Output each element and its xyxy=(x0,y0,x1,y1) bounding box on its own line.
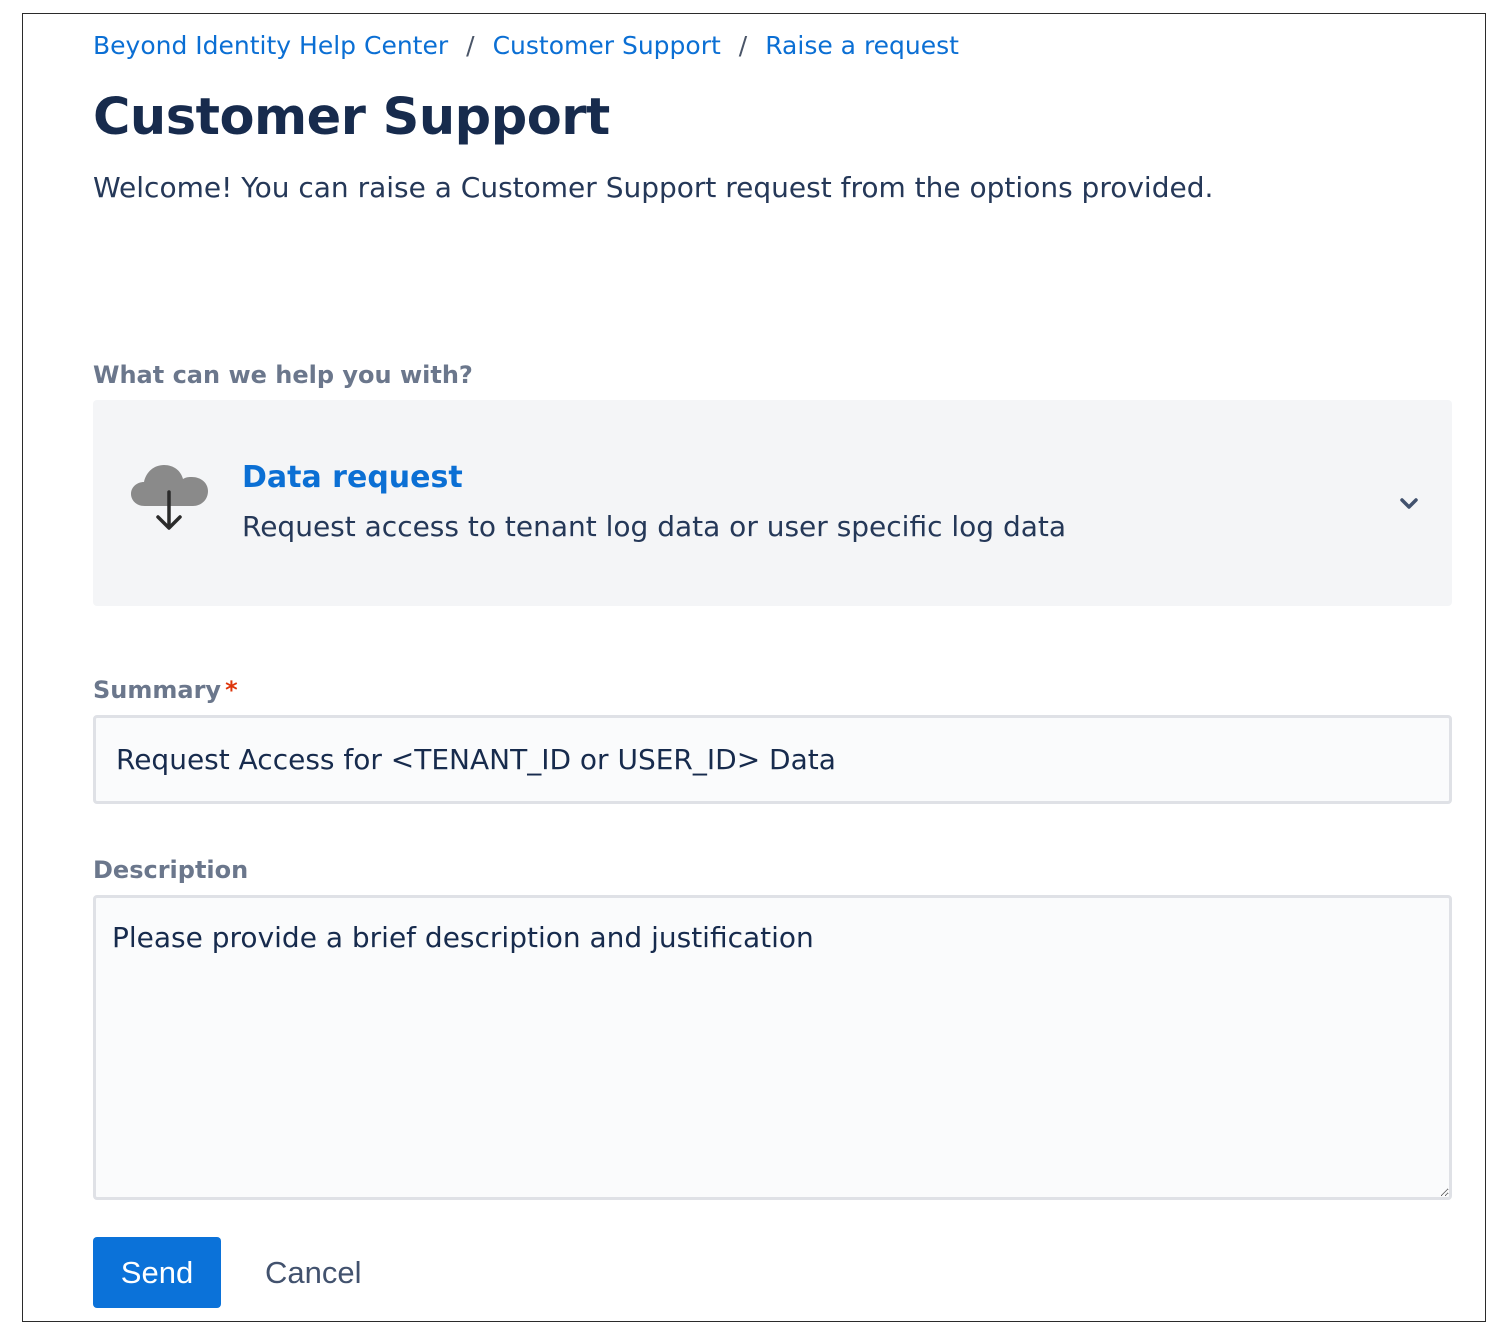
page-title: Customer Support xyxy=(93,88,610,147)
cancel-button[interactable]: Cancel xyxy=(239,1237,388,1308)
breadcrumb-raise-request[interactable]: Raise a request xyxy=(765,31,959,60)
breadcrumb: Beyond Identity Help Center / Customer Sup… xyxy=(93,28,959,64)
request-type-description: Request access to tenant log data or use… xyxy=(242,510,1067,543)
summary-label-text: Summary xyxy=(93,676,222,704)
breadcrumb-separator: / xyxy=(466,31,475,60)
summary-input[interactable] xyxy=(93,715,1452,804)
page-frame: Beyond Identity Help Center / Customer Sup… xyxy=(22,13,1486,1322)
breadcrumb-help-center[interactable]: Beyond Identity Help Center xyxy=(93,31,448,60)
request-type-label: What can we help you with? xyxy=(93,361,473,389)
send-button[interactable]: Send xyxy=(93,1237,221,1308)
required-marker: * xyxy=(225,676,238,704)
request-type-title: Data request xyxy=(242,460,463,495)
chevron-down-icon[interactable] xyxy=(1398,492,1420,514)
breadcrumb-separator: / xyxy=(738,31,748,60)
page-description: Welcome! You can raise a Customer Suppor… xyxy=(93,171,1214,204)
cloud-download-icon xyxy=(131,465,208,530)
description-label: Description xyxy=(93,856,249,884)
request-type-select[interactable]: Data request Request access to tenant lo… xyxy=(93,400,1452,606)
summary-label: Summary * xyxy=(93,674,238,706)
description-textarea[interactable]: Please provide a brief description and j… xyxy=(93,895,1452,1200)
breadcrumb-customer-support[interactable]: Customer Support xyxy=(493,31,721,60)
